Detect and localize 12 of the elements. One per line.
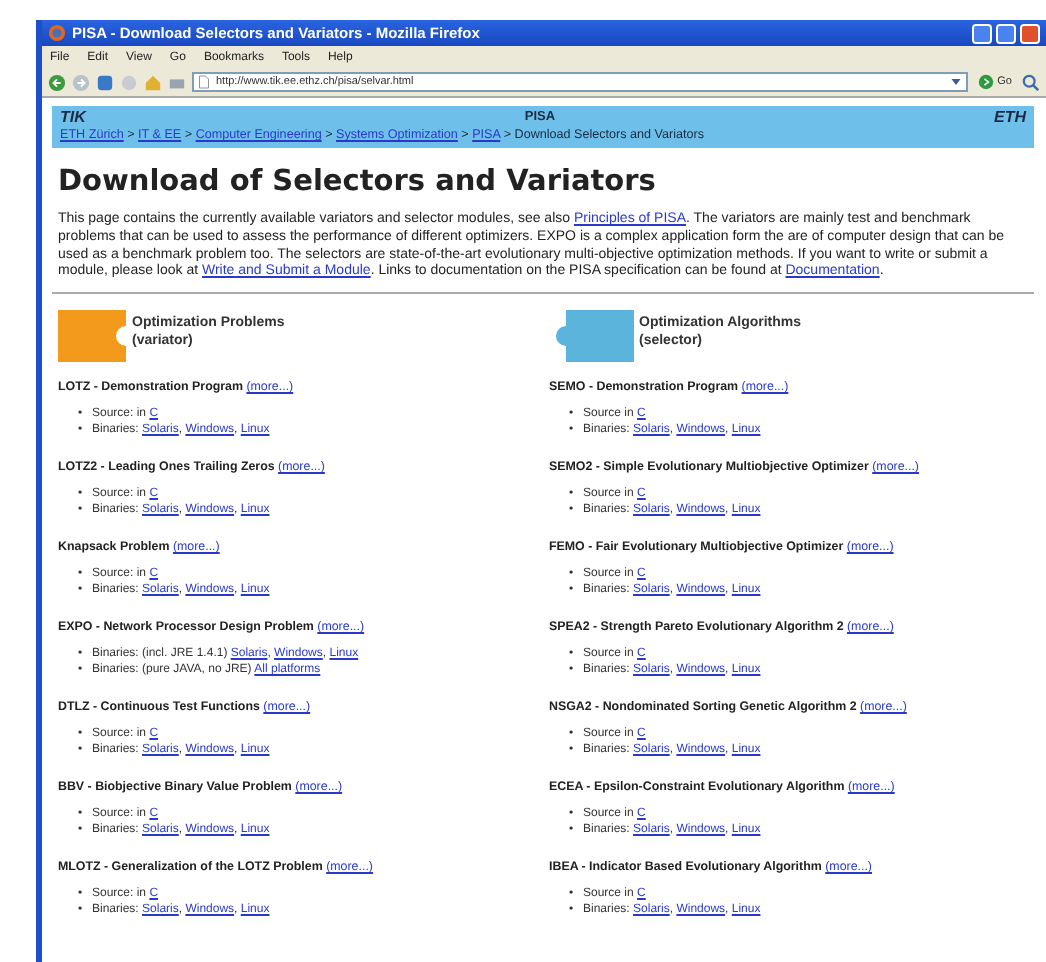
minimize-button[interactable] <box>972 23 992 43</box>
back-icon[interactable] <box>48 73 66 91</box>
puzzle-piece-icon <box>58 310 126 363</box>
page-icon <box>198 74 210 90</box>
dropdown-icon[interactable] <box>949 76 962 88</box>
browser-icon <box>48 24 66 42</box>
close-button[interactable] <box>1020 23 1040 43</box>
logo-text: ETH <box>994 108 1026 126</box>
logo-text: TIK <box>60 108 86 126</box>
page-heading: Download of Selectors and Variators <box>58 166 658 198</box>
maximize-button[interactable] <box>996 23 1016 43</box>
search-icon[interactable] <box>1022 73 1040 91</box>
